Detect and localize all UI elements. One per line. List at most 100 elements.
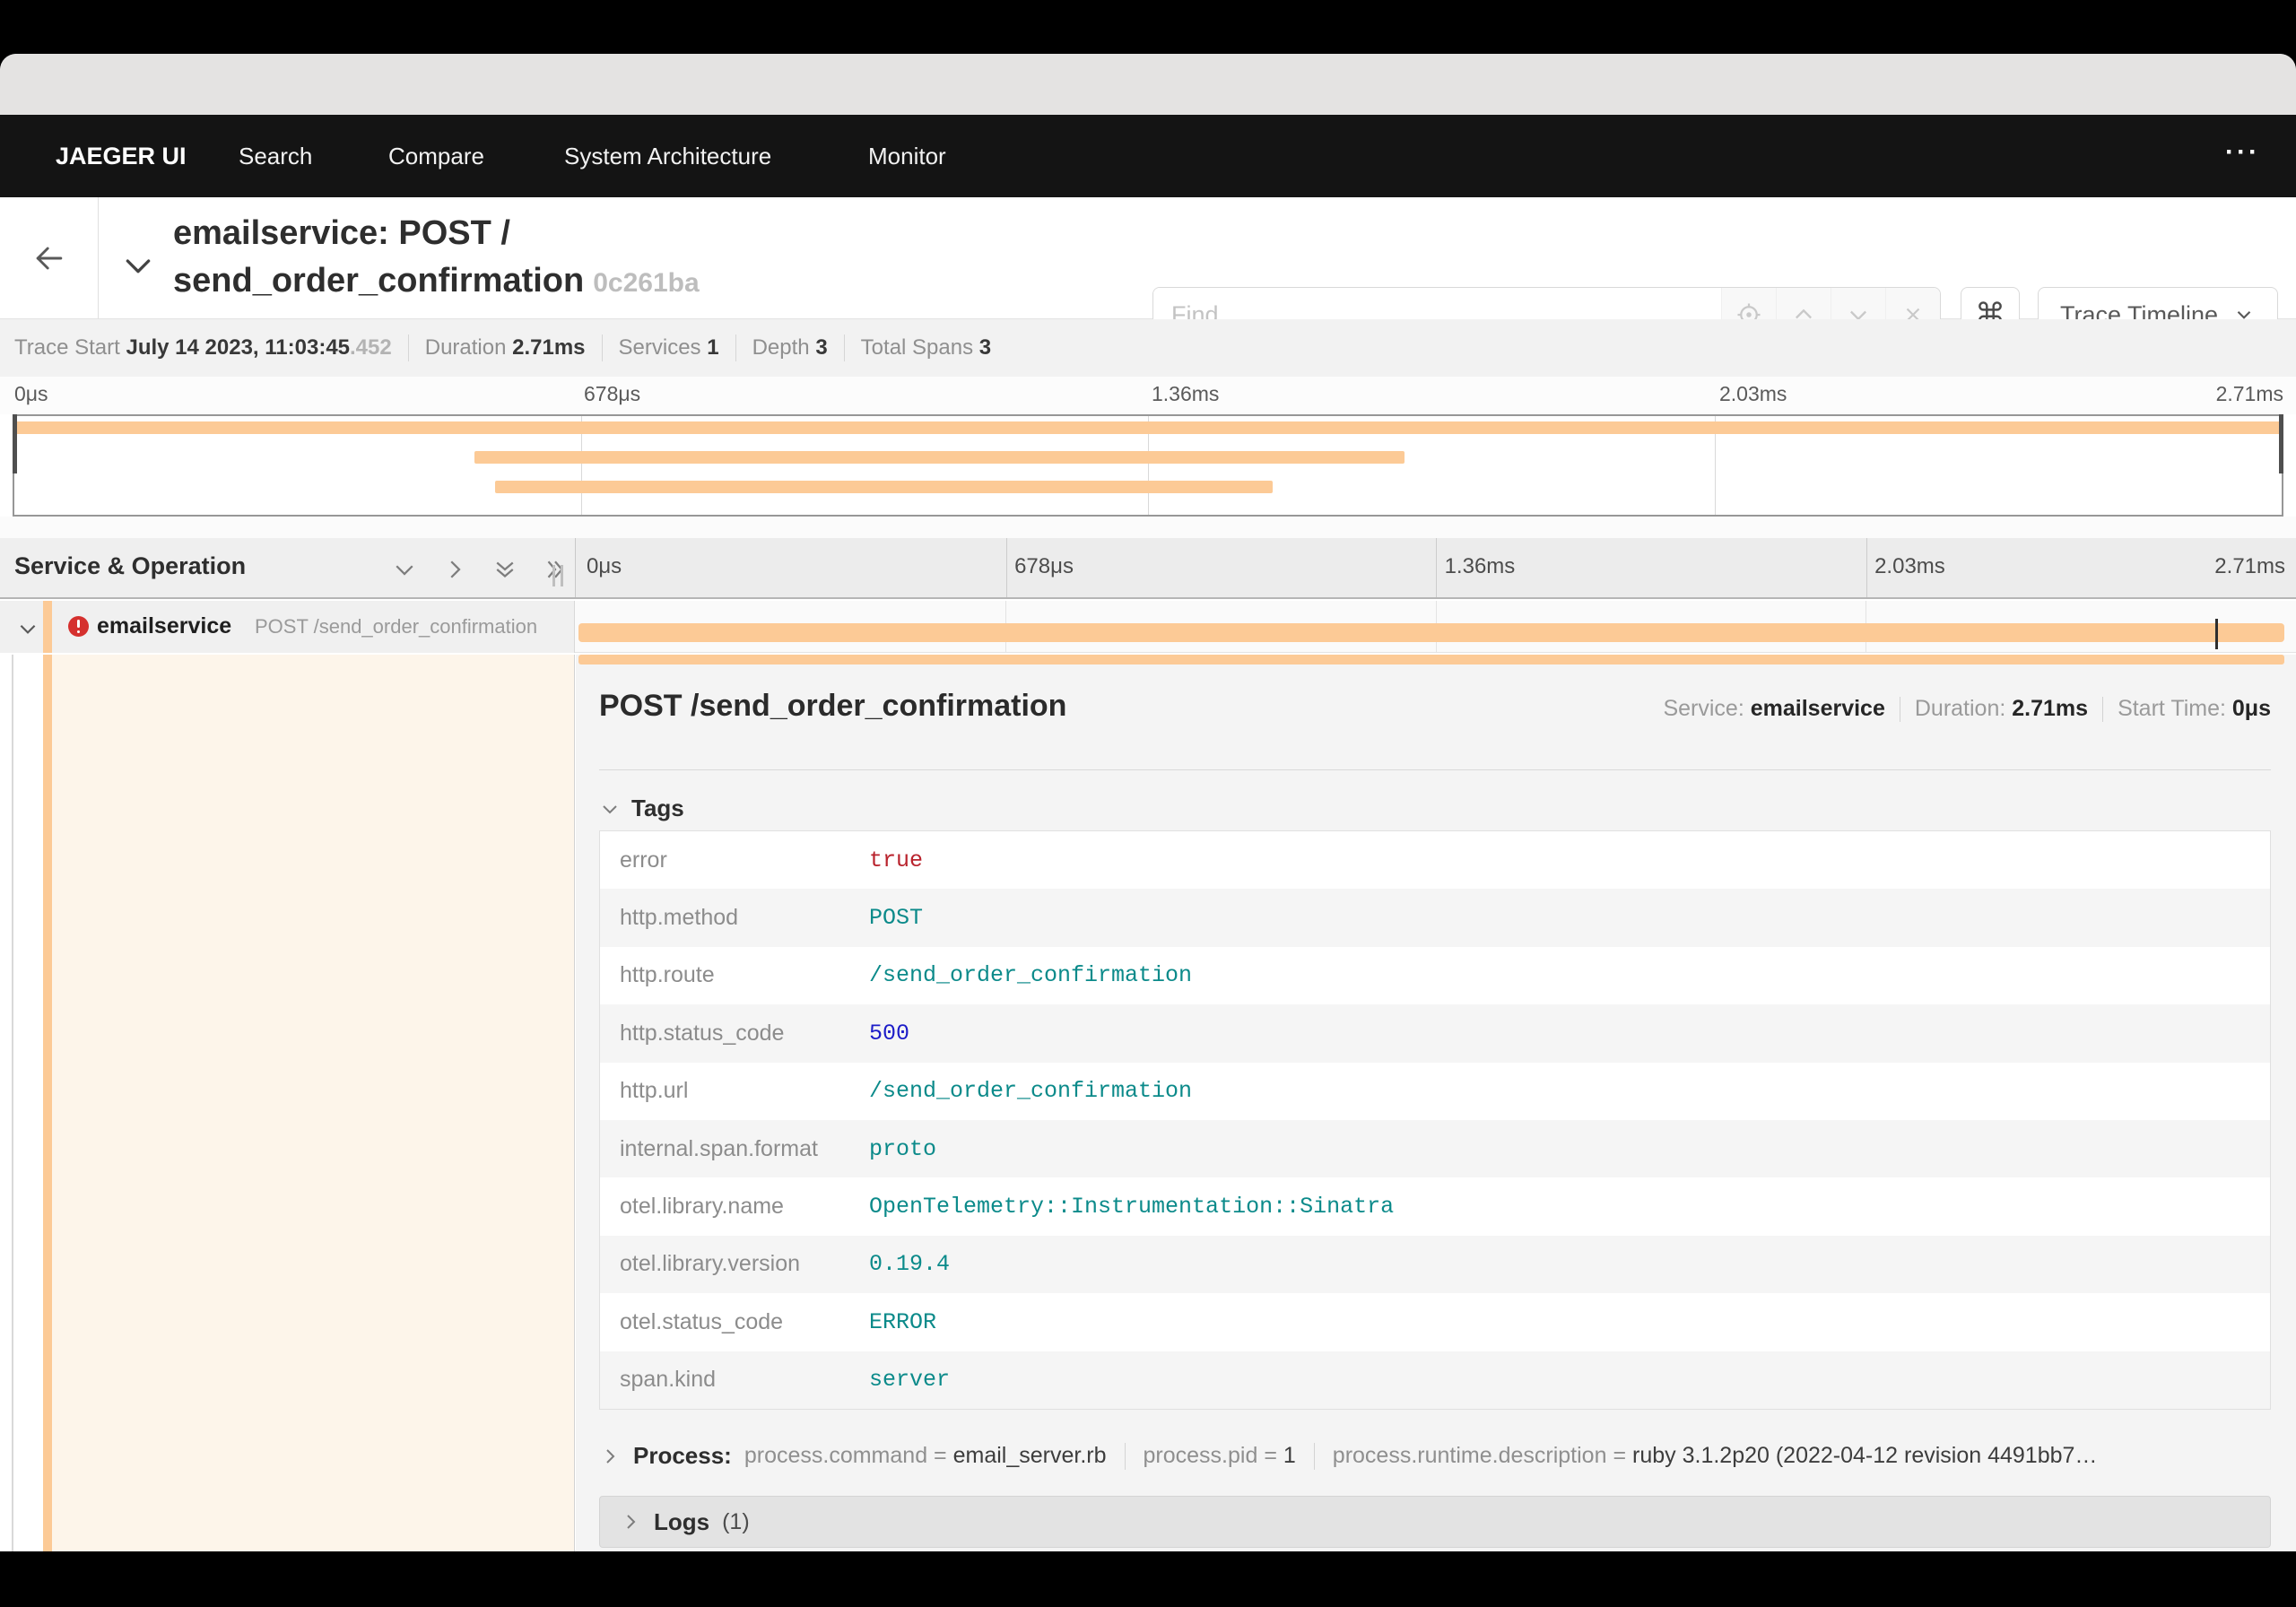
divider (843, 334, 845, 361)
ruler-tick-label: 2.03ms (1874, 554, 1945, 578)
depth-label: Depth (752, 335, 810, 360)
span-detail-panel: POST /send_order_confirmation Service: e… (576, 655, 2296, 1551)
equals-sign: = (1264, 1443, 1277, 1468)
trace-timeline-minimap[interactable] (13, 414, 2283, 517)
timeline-ruler: 0μs 678μs 1.36ms 2.03ms 2.71ms (575, 538, 2296, 597)
logs-count: (1) (722, 1508, 750, 1534)
nav-brand[interactable]: JAEGER UI (56, 115, 187, 197)
minimap-right-drag-handle[interactable] (2279, 414, 2283, 473)
tag-value: 0.19.4 (869, 1251, 951, 1278)
collapse-one-level-icon[interactable] (391, 556, 418, 583)
back-button[interactable] (0, 197, 99, 318)
tags-header: Tags (631, 795, 684, 821)
span-detail-meta: Service: emailservice Duration: 2.71ms S… (1663, 696, 2271, 722)
collapse-trace-header-chevron-icon[interactable] (120, 248, 156, 283)
tag-key: http.route (620, 962, 715, 988)
window-titlebar (0, 54, 2296, 152)
tags-table: error true http.method POST http.route/sen… (599, 830, 2271, 1410)
span-detail-name-column (0, 655, 575, 1551)
span-table-header: Service & Operation 0μs 678μs 1.36ms 2.0… (0, 538, 2296, 599)
collapse-children-chevron-icon[interactable] (16, 617, 39, 640)
nav-item-search[interactable]: Search (239, 115, 312, 197)
tag-row: http.status_code 500 (600, 1004, 2270, 1063)
minimap-left-drag-handle[interactable] (13, 414, 17, 473)
total-spans-value: 3 (978, 335, 992, 360)
span-duration-bar[interactable] (578, 623, 2284, 642)
tag-key: span.kind (620, 1367, 717, 1393)
app-window: JAEGER UI Search Compare System Architec… (0, 54, 2296, 1551)
minimap-span-bar (494, 481, 1274, 493)
top-navbar: JAEGER UI Search Compare System Architec… (0, 115, 2296, 197)
gridline (1436, 538, 1437, 597)
nav-item-monitor[interactable]: Monitor (868, 115, 946, 197)
process-kv: process.command = email_server.rb (744, 1443, 1107, 1469)
equals-sign: = (934, 1443, 947, 1468)
span-service-name: emailservice (97, 613, 232, 638)
span-detail-title: POST /send_order_confirmation (599, 689, 1067, 723)
trace-services: Services 1 (619, 335, 719, 360)
logs-header: Logs (654, 1507, 710, 1535)
tag-key: http.method (620, 905, 739, 931)
nav-item-compare[interactable]: Compare (388, 115, 484, 197)
chevron-right-icon (620, 1511, 641, 1533)
span-operation-name: POST /send_order_confirmation (255, 615, 538, 638)
tag-value: OpenTelemetry::Instrumentation::Sinatra (869, 1194, 1395, 1220)
process-section-toggle[interactable]: Process: process.command = email_server.… (599, 1442, 2271, 1470)
process-value: email_server.rb (952, 1443, 1107, 1468)
nav-overflow-icon[interactable]: ··· (2225, 115, 2260, 197)
divider (599, 769, 2271, 770)
span-row-name-column[interactable]: emailservice POST /send_order_confirmati… (0, 601, 575, 653)
start-time-label: Start Time: (2118, 696, 2226, 721)
tag-key: otel.library.name (620, 1194, 784, 1220)
tag-value: ERROR (869, 1308, 937, 1335)
logs-section-toggle[interactable]: Logs (1) (599, 1496, 2271, 1548)
gridline (1866, 538, 1867, 597)
nav-item-system-architecture[interactable]: System Architecture (564, 115, 771, 197)
ruler-tick-label: 678μs (1014, 554, 1074, 578)
trace-start: Trace Start July 14 2023, 11:03:45.452 (14, 335, 392, 360)
collapse-all-icon[interactable] (491, 556, 518, 583)
divider (1124, 1442, 1126, 1470)
trace-id: 0c261ba (593, 268, 700, 298)
tag-value: server (869, 1367, 951, 1394)
duration-label: Duration (424, 335, 507, 360)
span-detail-row: POST /send_order_confirmation Service: e… (0, 655, 2296, 1551)
tick-label: 1.36ms (1152, 382, 1220, 405)
minimap-tick-labels: 0μs 678μs 1.36ms 2.03ms 2.71ms (0, 377, 2296, 414)
process-value: 1 (1283, 1443, 1296, 1468)
tag-key: otel.library.version (620, 1251, 801, 1277)
tag-value: /send_order_confirmation (869, 1078, 1193, 1105)
column-resize-grip[interactable] (552, 565, 563, 586)
divider (1313, 1442, 1315, 1470)
span-detail-header: POST /send_order_confirmation Service: e… (599, 683, 2271, 744)
divider (735, 334, 736, 361)
log-marker[interactable] (2214, 619, 2218, 649)
process-key: process.runtime.description (1332, 1443, 1607, 1468)
process-key: process.pid (1143, 1443, 1258, 1468)
process-header: Process: (633, 1442, 732, 1469)
process-kv: process.runtime.description = ruby 3.1.2… (1333, 1443, 2098, 1469)
span-color-strip (43, 601, 52, 653)
trace-start-value: July 14 2023, 11:03:45 (126, 335, 351, 360)
duration-label: Duration: (1914, 696, 2006, 721)
spacer (0, 517, 2296, 538)
tag-row: http.route/send_order_confirmation (600, 947, 2270, 1004)
trace-meta-bar: Trace Start July 14 2023, 11:03:45.452 D… (0, 319, 2296, 377)
trace-duration: Duration 2.71ms (425, 335, 586, 360)
tag-row: internal.span.format proto (600, 1119, 2270, 1178)
span-duration-bar[interactable] (578, 655, 2284, 665)
duration-value: 2.71ms (2012, 696, 2089, 721)
span-row-emailservice[interactable]: emailservice POST /send_order_confirmati… (0, 601, 2296, 653)
span-row-timeline[interactable] (575, 601, 2296, 653)
start-time-value: 0μs (2231, 696, 2271, 721)
minimap-span-bar (474, 451, 1405, 464)
tag-row: otel.library.name OpenTelemetry::Instrume… (600, 1177, 2270, 1235)
tag-row: error true (600, 831, 2270, 889)
tag-value: /send_order_confirmation (869, 962, 1193, 989)
tags-section-toggle[interactable]: Tags (599, 795, 684, 822)
expand-one-level-icon[interactable] (441, 556, 468, 583)
trace-start-label: Trace Start (14, 335, 120, 360)
error-icon (68, 616, 89, 637)
total-spans-label: Total Spans (860, 335, 974, 360)
divider (2102, 696, 2104, 722)
